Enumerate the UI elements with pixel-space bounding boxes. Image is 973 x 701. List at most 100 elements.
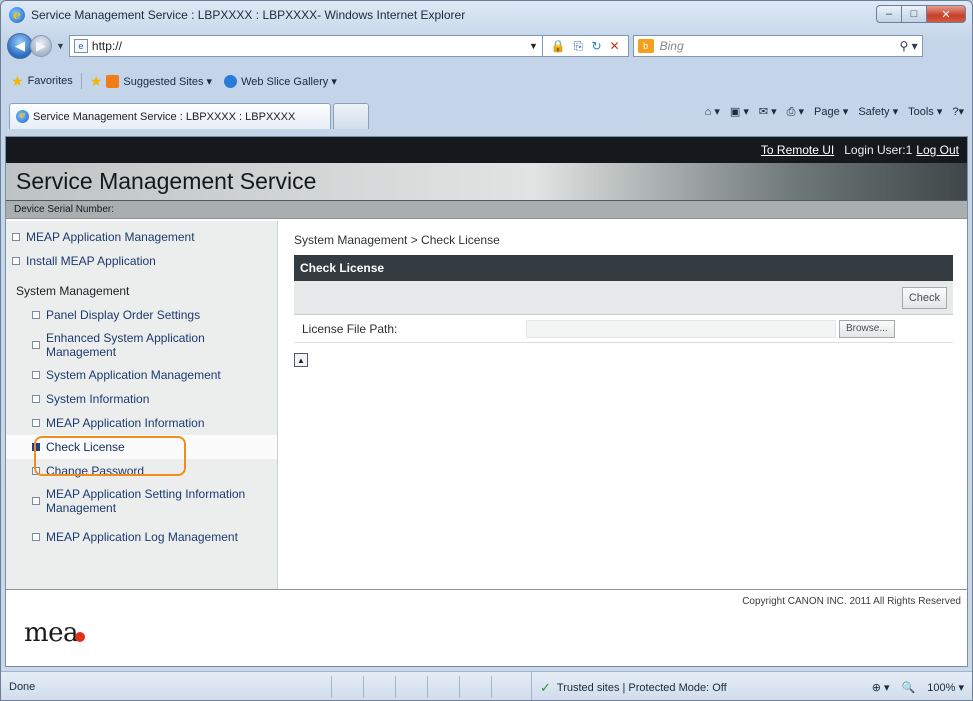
feeds-icon[interactable]: ▣ ▾	[730, 105, 749, 119]
sidebar-item-meap-setting-information[interactable]: MEAP Application Setting Information Man…	[6, 483, 277, 519]
add-favorites-icon[interactable]: ★	[90, 73, 103, 90]
suggested-sites-label: Suggested Sites ▾	[123, 75, 213, 88]
page-menu[interactable]: Page ▾	[814, 105, 848, 119]
sidebar-item-system-application-management[interactable]: System Application Management	[6, 363, 277, 387]
logo-dot-icon	[75, 632, 86, 642]
favorites-star-icon[interactable]: ★	[11, 73, 24, 90]
sidebar-item-meap-application-information[interactable]: MEAP Application Information	[6, 411, 277, 435]
status-bar: Done ✓ Trusted sites | Protected Mode: O…	[1, 671, 972, 700]
license-file-row: License File Path: Browse...	[294, 315, 953, 343]
sidebar-item-label: MEAP Application Management	[26, 230, 195, 244]
search-input[interactable]: b Bing ⚲ ▾	[632, 35, 923, 57]
web-slice-gallery-link[interactable]: Web Slice Gallery ▾	[224, 74, 337, 88]
compatibility-icon[interactable]: ⎘	[574, 39, 584, 54]
address-input[interactable]: e http:// ▼	[68, 35, 543, 57]
logo-text: mea	[24, 618, 79, 648]
sidebar-item-label: Panel Display Order Settings	[46, 308, 201, 322]
browser-window: e Service Management Service : LBPXXXX :…	[0, 0, 973, 701]
status-cell	[491, 676, 523, 698]
meap-logo: mea	[24, 618, 86, 648]
suggested-sites-link[interactable]: Suggested Sites ▾	[106, 74, 213, 88]
internet-explorer-icon: e	[9, 7, 25, 23]
minimize-button[interactable]: ‒	[876, 5, 902, 23]
print-icon[interactable]: ⎙ ▾	[787, 105, 804, 119]
address-tools: 🔒 ⎘ ↻ ✕	[542, 35, 629, 57]
status-cell	[331, 676, 363, 698]
zoom-area: ⊕ ▾ 🔍 100% ▾	[860, 672, 964, 700]
search-placeholder: Bing	[659, 39, 684, 53]
address-row: ◀ ▶ ▼ e http:// ▼ 🔒 ⎘ ↻ ✕ b Bing ⚲ ▾	[1, 29, 972, 63]
status-cell	[363, 676, 395, 698]
check-button[interactable]: Check	[901, 286, 947, 309]
bullet-icon	[32, 533, 40, 541]
sidebar-header-system-management: System Management	[16, 284, 130, 298]
logout-link[interactable]: Log Out	[916, 143, 959, 157]
sidebar-item-check-license[interactable]: Check License	[6, 435, 277, 459]
sidebar-item-label: Install MEAP Application	[26, 254, 156, 268]
globe-dropdown-icon[interactable]: ⊕ ▾	[872, 681, 890, 694]
sidebar-item-install-meap-application[interactable]: Install MEAP Application	[6, 251, 277, 275]
suggested-sites-icon	[106, 74, 120, 88]
bullet-icon	[32, 419, 40, 427]
license-file-path-input[interactable]	[526, 319, 836, 338]
window-title: Service Management Service : LBPXXXX : L…	[31, 8, 466, 22]
zoom-value: 100%	[927, 682, 956, 694]
status-cell	[459, 676, 491, 698]
sidebar-item-label: Check License	[46, 440, 125, 454]
forward-button[interactable]: ▶	[30, 35, 52, 57]
search-icon[interactable]: ⚲ ▾	[899, 39, 917, 53]
sidebar-item-enhanced-system-application[interactable]: Enhanced System Application Management	[6, 327, 277, 363]
maximize-button[interactable]: □	[901, 5, 927, 23]
page-icon: e	[73, 39, 88, 53]
sidebar-item-label: MEAP Application Setting Information Man…	[46, 487, 246, 515]
address-dropdown-icon[interactable]: ▼	[529, 41, 538, 51]
stop-icon[interactable]: ✕	[610, 39, 620, 53]
lock-icon[interactable]: 🔒	[551, 39, 566, 53]
browse-button[interactable]: Browse...	[839, 319, 895, 338]
page-viewport: To Remote UI Login User:1 Log Out Servic…	[5, 136, 968, 667]
main-area: MEAP Application Management Install MEAP…	[6, 221, 967, 589]
bullet-icon	[12, 257, 20, 265]
tab-service-management[interactable]: e Service Management Service : LBPXXXX :…	[9, 103, 331, 129]
sidebar-item-label: MEAP Application Information	[46, 416, 205, 430]
sidebar-item-system-information[interactable]: System Information	[6, 387, 277, 411]
url-text: http://	[91, 39, 122, 53]
sidebar-item-meap-application-management[interactable]: MEAP Application Management	[6, 227, 277, 251]
zoom-level[interactable]: 🔍 100% ▾	[902, 681, 964, 694]
tools-menu[interactable]: Tools ▾	[908, 105, 942, 119]
breadcrumb: System Management > Check License	[294, 233, 500, 247]
page-title: Service Management Service	[6, 163, 967, 201]
security-zone-label: Trusted sites | Protected Mode: Off	[556, 681, 727, 694]
title-bar: e Service Management Service : LBPXXXX :…	[1, 1, 972, 29]
tab-label: Service Management Service : LBPXXXX : L…	[33, 110, 296, 123]
sidebar-item-label: Change Password	[46, 464, 145, 478]
checkmark-icon: ✓	[540, 679, 551, 695]
favorites-bar: ★ Favorites ★ Suggested Sites ▾ Web Slic…	[1, 69, 972, 93]
help-icon[interactable]: ?▾	[952, 105, 964, 119]
sidebar-item-panel-display-order[interactable]: Panel Display Order Settings	[6, 303, 277, 327]
page-top-icon[interactable]: ▲	[294, 353, 308, 367]
command-bar: ⌂ ▾ ▣ ▾ ✉ ▾ ⎙ ▾ Page ▾ Safety ▾ Tools ▾ …	[695, 105, 964, 119]
content-area: System Management > Check License Check …	[278, 221, 967, 589]
license-file-path-label: License File Path:	[302, 321, 398, 336]
panel-toolbar: Check	[294, 281, 953, 315]
page-footer: Copyright CANON INC. 2011 All Rights Res…	[6, 589, 967, 666]
sidebar-item-meap-log-management[interactable]: MEAP Application Log Management	[6, 519, 277, 555]
device-serial-number: Device Serial Number:	[6, 201, 967, 219]
remote-ui-link[interactable]: To Remote UI	[761, 143, 834, 157]
history-dropdown-icon[interactable]: ▼	[56, 41, 65, 51]
tab-ie-icon: e	[16, 110, 29, 123]
sidebar-item-change-password[interactable]: Change Password	[6, 459, 277, 483]
new-tab-button[interactable]	[333, 103, 369, 129]
security-zone[interactable]: ✓ Trusted sites | Protected Mode: Off	[531, 672, 803, 700]
sidebar-item-label: System Application Management	[46, 368, 221, 382]
bullet-icon	[32, 395, 40, 403]
home-icon[interactable]: ⌂ ▾	[705, 105, 720, 119]
favorites-button[interactable]: Favorites	[28, 75, 73, 87]
bullet-icon	[32, 467, 40, 475]
close-button[interactable]: ✕	[926, 5, 966, 23]
safety-menu[interactable]: Safety ▾	[858, 105, 898, 119]
refresh-icon[interactable]: ↻	[591, 39, 601, 53]
mail-icon[interactable]: ✉ ▾	[759, 105, 777, 119]
web-slice-icon	[224, 74, 238, 88]
